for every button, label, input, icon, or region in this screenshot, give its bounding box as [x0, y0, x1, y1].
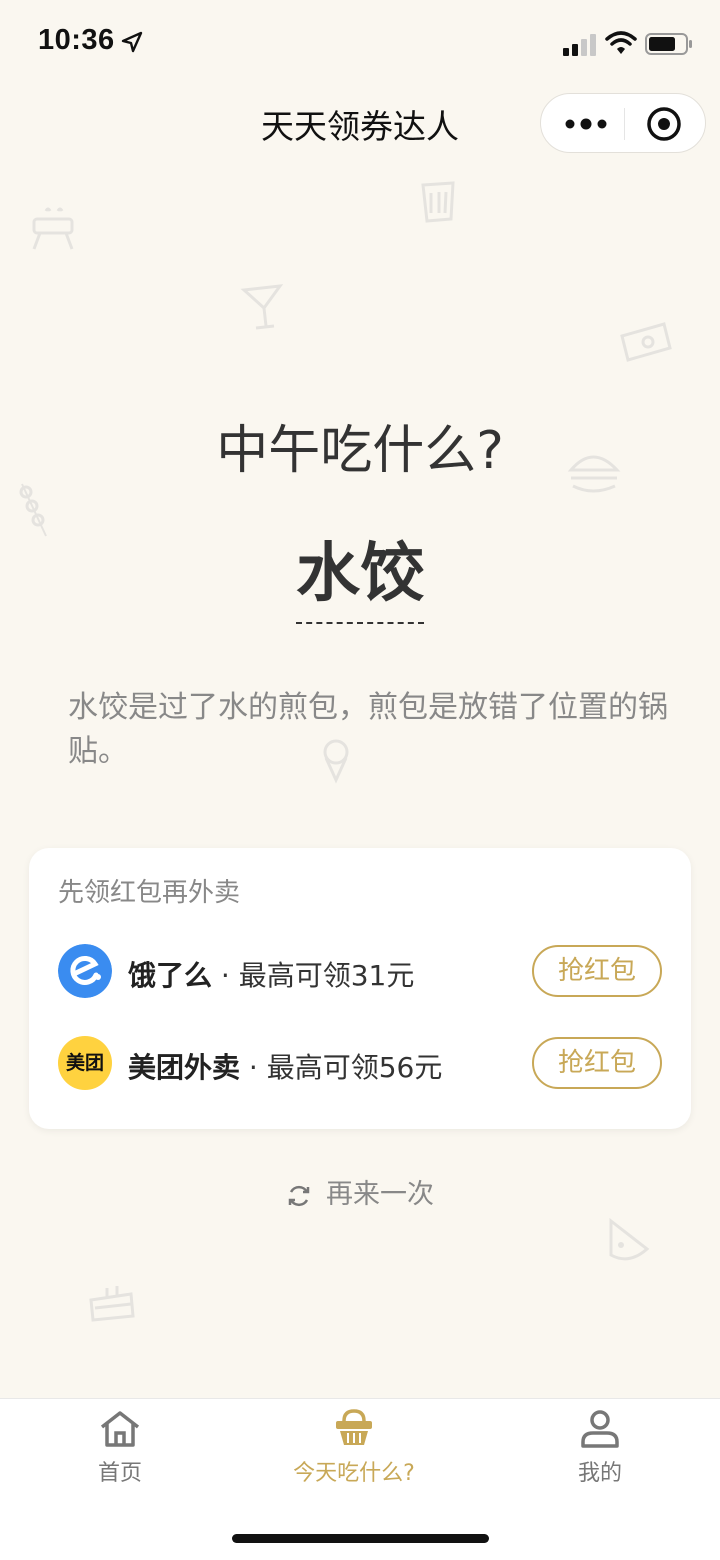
- more-icon[interactable]: [563, 111, 609, 137]
- battery-icon: [645, 33, 692, 55]
- meituan-logo-text: 美团: [65, 1052, 104, 1074]
- location-arrow-icon: [121, 31, 143, 53]
- grab-red-packet-button-meituan[interactable]: 抢红包: [532, 1037, 662, 1089]
- coupon-row-label: 饿了么 · 最高可领31元: [128, 954, 414, 994]
- drink-cup-doodle-icon: [421, 181, 455, 223]
- grab-red-packet-button-eleme[interactable]: 抢红包: [532, 945, 662, 997]
- retry-button[interactable]: 再来一次: [0, 1172, 720, 1211]
- coupon-row-meituan: 美团 美团外卖 · 最高可领56元 抢红包: [58, 1036, 662, 1092]
- tab-home-label: 首页: [97, 1461, 142, 1486]
- home-indicator: [232, 1534, 489, 1543]
- dish-name[interactable]: 水饺: [296, 522, 424, 624]
- meituan-logo-icon: 美团: [58, 1036, 112, 1090]
- home-icon: [100, 1411, 140, 1447]
- tab-what-to-eat-label: 今天吃什么?: [293, 1461, 415, 1486]
- platform-name: 饿了么: [128, 959, 213, 992]
- max-coupon-text: · 最高可领56元: [240, 1051, 443, 1084]
- grill-doodle-icon: [32, 207, 74, 250]
- close-miniprogram-icon[interactable]: [645, 105, 683, 143]
- pizza-doodle-icon: [609, 1217, 650, 1261]
- miniprogram-capsule: [540, 93, 706, 153]
- user-icon: [581, 1410, 619, 1448]
- dish-result: 水饺: [0, 522, 720, 624]
- cake-doodle-icon: [89, 1286, 135, 1322]
- coupon-card-title: 先领红包再外卖: [58, 878, 241, 908]
- dish-description: 水饺是过了水的煎包，煎包是放错了位置的锅贴。: [68, 690, 668, 769]
- status-time: 10:36: [38, 24, 115, 56]
- cellular-signal-icon: [563, 34, 596, 56]
- refresh-icon: [288, 1185, 310, 1206]
- retry-label: 再来一次: [326, 1179, 434, 1210]
- platform-name: 美团外卖: [128, 1051, 241, 1084]
- tab-mine[interactable]: 我的: [500, 1409, 700, 1487]
- basket-icon: [336, 1409, 372, 1445]
- capsule-divider: [624, 108, 625, 140]
- cocktail-doodle-icon: [240, 284, 284, 330]
- max-coupon-text: · 最高可领31元: [212, 959, 415, 992]
- eleme-logo-icon: [58, 944, 112, 998]
- wifi-icon: [605, 31, 637, 54]
- ticket-doodle-icon: [620, 322, 672, 362]
- status-bar: 10:36: [0, 0, 720, 88]
- coupon-row-label: 美团外卖 · 最高可领56元: [128, 1046, 442, 1086]
- coupon-row-eleme: 饿了么 · 最高可领31元 抢红包: [58, 944, 662, 1000]
- tab-home[interactable]: 首页: [20, 1409, 220, 1487]
- coupon-card: 先领红包再外卖 饿了么 · 最高可领31元 抢红包 美团 美团外卖 · 最高可领…: [29, 848, 691, 1129]
- tab-what-to-eat[interactable]: 今天吃什么?: [254, 1409, 454, 1487]
- tab-mine-label: 我的: [577, 1461, 622, 1486]
- meal-question: 中午吃什么?: [216, 421, 504, 481]
